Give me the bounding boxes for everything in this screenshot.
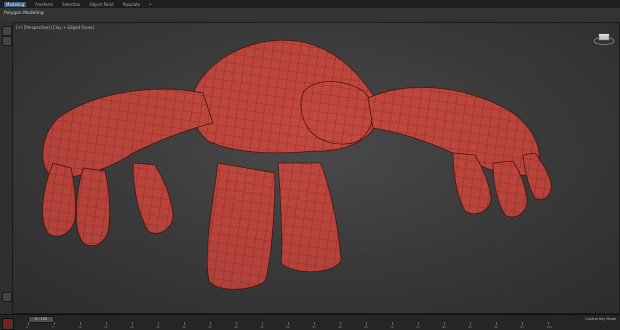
timeline-tick-label: 70 bbox=[390, 325, 394, 329]
timeline-tick-label: 95 bbox=[520, 325, 524, 329]
viewport-perspective[interactable]: [+] [Perspective] [Clay + Edged Faces] bbox=[12, 22, 620, 314]
timeline-tick bbox=[28, 322, 29, 325]
timeline-tick-label: 45 bbox=[260, 325, 264, 329]
menu-more[interactable]: • bbox=[149, 2, 151, 7]
timeline-tick-label: 90 bbox=[494, 325, 498, 329]
timeline-tick-label: 5 bbox=[52, 325, 54, 329]
ribbon bbox=[0, 8, 620, 23]
menu-populate[interactable]: Populate bbox=[123, 2, 140, 7]
toolbar-button[interactable] bbox=[2, 36, 12, 46]
toolbar-button[interactable] bbox=[2, 26, 12, 36]
timeline-tick-label: 40 bbox=[234, 325, 238, 329]
timeline-tick-label: 30 bbox=[182, 325, 186, 329]
timeline-tick-label: 0 bbox=[26, 325, 28, 329]
menu-bar: Modeling Freeform Selection Object Paint… bbox=[0, 0, 620, 8]
menu-modeling[interactable]: Modeling bbox=[4, 1, 27, 7]
timeline-tick-label: 60 bbox=[338, 325, 342, 329]
timeline-tick-label: 100 bbox=[546, 325, 552, 329]
key-icon bbox=[4, 320, 12, 328]
timeline-tick-label: 80 bbox=[442, 325, 446, 329]
creature-model[interactable] bbox=[13, 23, 620, 314]
timeline: 0 / 100 0 5 10 15 20 25 30 35 40 45 50 55 60 65 70 75 80… bbox=[0, 314, 620, 330]
ribbon-label[interactable]: Polygon Modeling bbox=[4, 11, 44, 16]
timeline-tick-label: 50 bbox=[286, 325, 290, 329]
timeline-tick-label: 20 bbox=[130, 325, 134, 329]
status-text: Control Key Mode bbox=[585, 317, 616, 321]
timeline-tick-label: 10 bbox=[78, 325, 82, 329]
timeline-tick-label: 65 bbox=[364, 325, 368, 329]
menu-object-paint[interactable]: Object Paint bbox=[89, 2, 113, 7]
menu-freeform[interactable]: Freeform bbox=[35, 2, 53, 7]
timeline-tick-label: 85 bbox=[468, 325, 472, 329]
menu-selection[interactable]: Selection bbox=[62, 2, 80, 7]
timeline-tick-label: 55 bbox=[312, 325, 316, 329]
toolbar-button[interactable] bbox=[2, 292, 12, 302]
timeline-tick-label: 25 bbox=[156, 325, 160, 329]
timeline-tick-label: 15 bbox=[104, 325, 108, 329]
timeline-tick-label: 75 bbox=[416, 325, 420, 329]
auto-key-button[interactable] bbox=[2, 318, 14, 330]
timeline-tick bbox=[54, 322, 55, 325]
timeline-tick-label: 35 bbox=[208, 325, 212, 329]
